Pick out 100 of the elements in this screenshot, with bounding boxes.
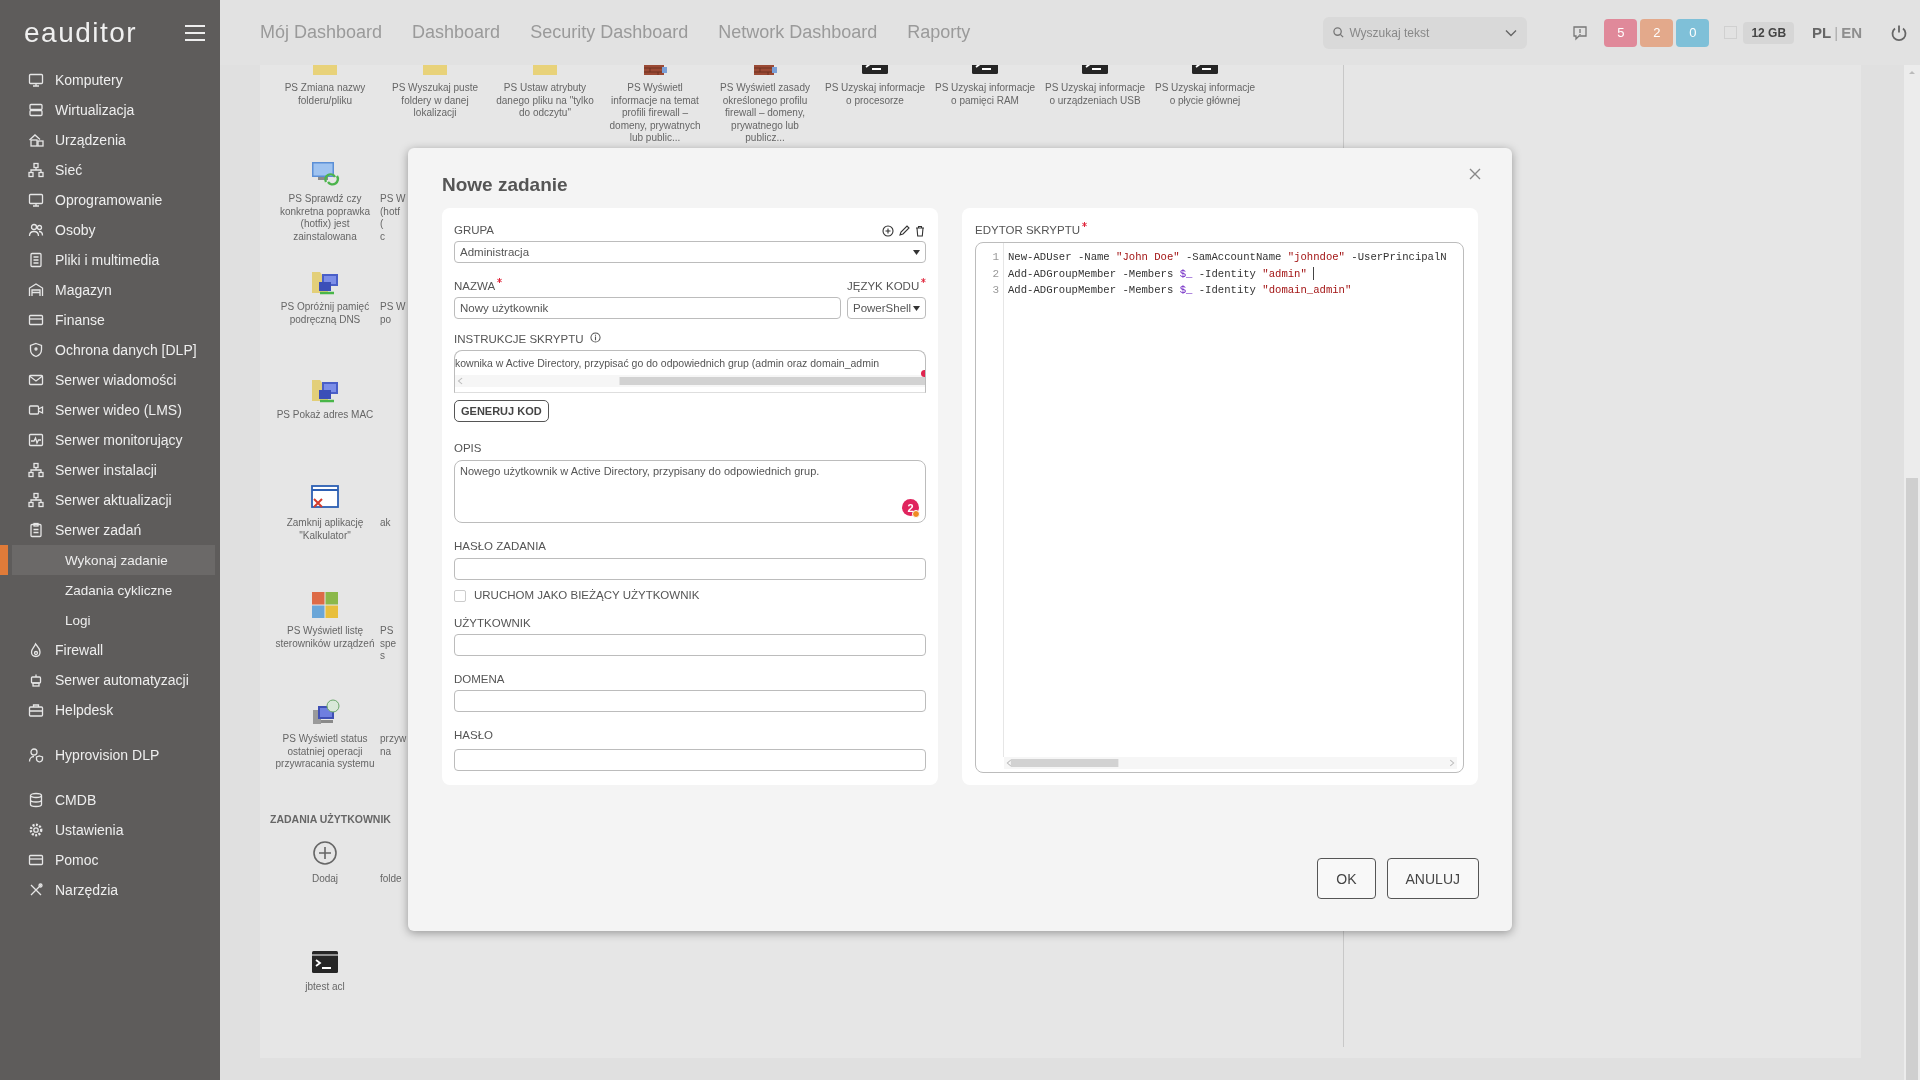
sidebar-item[interactable]: Finanse — [0, 305, 220, 335]
line-number: 2 — [991, 266, 1000, 282]
sidebar-item[interactable]: Serwer instalacji — [0, 455, 220, 485]
task-label[interactable]: po — [380, 313, 392, 326]
sidebar-item[interactable]: Pomoc — [0, 845, 220, 875]
network-icon — [28, 162, 44, 178]
task-label[interactable]: PS Ustaw atrybuty danego pliku na "tylko do odczytu" — [493, 82, 597, 120]
dialog-button[interactable]: OK — [1317, 858, 1376, 899]
task-label[interactable]: ak — [380, 517, 391, 530]
task-label[interactable]: s — [380, 650, 385, 663]
name-field[interactable]: Nowy użytkownik — [454, 297, 841, 319]
info-icon[interactable] — [589, 332, 601, 343]
power-icon[interactable] — [1890, 23, 1908, 42]
sidebar-item[interactable]: Ochrona danych [DLP] — [0, 335, 220, 365]
trash-icon[interactable] — [914, 224, 926, 237]
task-label[interactable]: przyw — [380, 733, 407, 746]
sidebar-item[interactable]: Hyprovision DLP — [0, 740, 220, 770]
sidebar-item[interactable]: Serwer automatyzacji — [0, 665, 220, 695]
password-field[interactable] — [454, 749, 926, 771]
sidebar-item[interactable]: Sieć — [0, 155, 220, 185]
add-icon[interactable] — [882, 224, 894, 237]
task-label[interactable]: PS Wyszukaj puste foldery w danej lokalizacji — [383, 82, 487, 120]
caret-icon — [913, 305, 920, 311]
sidebar-item[interactable]: Oprogramowanie — [0, 185, 220, 215]
sidebar-subitem[interactable]: Wykonaj zadanie — [0, 545, 215, 575]
sidebar-item[interactable]: Osoby — [0, 215, 220, 245]
line-number: 3 — [991, 283, 1000, 298]
monitor-icon — [28, 192, 44, 208]
task-label[interactable]: PS Sprawdź czy konkretna poprawka (hotfix) jest zainstalowana — [273, 193, 377, 243]
network-icon — [28, 492, 44, 508]
task-label[interactable]: PS Wyświetl status ostatniej operacji przywracania systemu — [273, 733, 377, 771]
sidebar-item[interactable]: CMDB — [0, 785, 220, 815]
plus-icon[interactable] — [310, 838, 340, 868]
scrollbar[interactable] — [1004, 757, 1457, 769]
task-label[interactable]: PS W — [380, 301, 406, 314]
domain-field[interactable] — [454, 690, 926, 712]
sidebar-item[interactable]: Narzędzia — [0, 875, 220, 905]
caret-icon — [913, 249, 920, 255]
search-field[interactable]: Wyszukaj tekst — [1323, 16, 1528, 49]
group-dropdown[interactable]: Administracja — [454, 241, 926, 263]
task-label[interactable]: PS Uzyskaj informacje o urządzeniach USB — [1043, 82, 1147, 107]
sidebar-subitem[interactable]: Zadania cykliczne — [0, 575, 215, 605]
sidebar-item[interactable]: Magazyn — [0, 275, 220, 305]
scrollbar[interactable] — [455, 375, 925, 387]
language-dropdown[interactable]: PowerShell — [847, 297, 926, 319]
user-field[interactable] — [454, 634, 926, 656]
task-label[interactable]: (hotf — [380, 205, 400, 218]
sidebar-subitem[interactable]: Logi — [0, 605, 215, 635]
checkbox[interactable] — [454, 589, 466, 602]
task-label[interactable]: jbtest acl — [273, 981, 377, 994]
pencil-icon[interactable] — [898, 224, 910, 237]
task-label[interactable]: PS Opróżnij pamięć podręczną DNS — [273, 301, 377, 326]
sidebar-item[interactable]: Ustawienia — [0, 815, 220, 845]
password-field[interactable] — [454, 558, 926, 580]
task-label[interactable]: PS Uzyskaj informacje o płycie głównej — [1153, 82, 1257, 107]
task-label[interactable]: na — [380, 745, 392, 758]
task-label[interactable]: c — [380, 230, 385, 243]
field-label: HASŁO — [454, 728, 493, 743]
task-label[interactable]: Dodaj — [273, 873, 377, 886]
task-label[interactable]: folde — [380, 873, 402, 886]
sidebar-item[interactable]: Helpdesk — [0, 695, 220, 725]
sidebar-item[interactable]: Wirtualizacja — [0, 95, 220, 125]
task-label[interactable]: PS Wyświetl listę sterowników urządzeń — [273, 625, 377, 650]
terminal-icon — [1190, 65, 1220, 77]
generate-button[interactable]: GENERUJ KOD — [454, 400, 549, 422]
four-squares-icon — [310, 590, 340, 620]
dialog-button[interactable]: ANULUJ — [1386, 858, 1479, 899]
task-label[interactable]: PS W — [380, 193, 406, 206]
menu-icon[interactable] — [184, 23, 206, 42]
camera-icon — [28, 402, 44, 418]
sidebar-item[interactable]: Serwer monitorujący — [0, 425, 220, 455]
sidebar-item[interactable]: Serwer wiadomości — [0, 365, 220, 395]
language-link[interactable]: PL — [1812, 24, 1832, 41]
code-editor[interactable]: 1 2 3 New-ADUser -Name "John Doe" -SamAccountName "johndoe" -UserPrincipalN Add-ADGroupMember -Members $_ -Identity "admin" Add-ADGroupMember -Members $_ -Identity "domain_admin" — [975, 242, 1464, 773]
field-label: NAZWA — [454, 279, 496, 294]
sidebar-item[interactable]: Serwer aktualizacji — [0, 485, 220, 515]
sidebar-item[interactable]: Pliki i multimedia — [0, 245, 220, 275]
task-label[interactable]: PS Zmiana nazwy folderu/pliku — [273, 82, 377, 107]
task-label[interactable]: PS Wyświetl informacje na temat profili firewall – domeny, prywatnych lub public... — [603, 82, 707, 145]
sidebar-item[interactable]: Serwer wideo (LMS) — [0, 395, 220, 425]
field-label: JĘZYK KODU — [847, 279, 920, 294]
task-label[interactable]: PS Wyświetl zasady określonego profilu firewall – domeny, prywatnego lub publicz... — [713, 82, 817, 145]
sidebar-item[interactable]: Urządzenia — [0, 125, 220, 155]
task-label[interactable]: Zamknij aplikację "Kalkulator" — [273, 517, 377, 542]
sidebar-item[interactable]: Komputery — [0, 65, 220, 95]
task-label[interactable]: PS Pokaż adres MAC — [273, 409, 377, 422]
logo[interactable]: eauditor — [24, 16, 138, 49]
close-icon[interactable] — [1469, 168, 1481, 180]
sidebar-item[interactable]: Firewall — [0, 635, 220, 665]
task-label[interactable]: PS — [380, 625, 394, 638]
message-alert-icon[interactable] — [1572, 24, 1589, 41]
monitor-icon — [28, 72, 44, 88]
task-label[interactable]: PS Uzyskaj informacje o pamięci RAM — [933, 82, 1037, 107]
count-badge[interactable]: 5 — [1604, 18, 1638, 47]
task-label[interactable]: ( — [380, 218, 384, 231]
task-label[interactable]: spe — [380, 637, 397, 650]
sidebar-item[interactable]: Serwer zadań — [0, 515, 220, 545]
task-label[interactable]: PS Uzyskaj informacje o procesorze — [823, 82, 927, 107]
description-field[interactable]: Nowego użytkownik w Active Directory, przypisany do odpowiednich grup. 2 — [454, 460, 926, 523]
field-label: EDYTOR SKRYPTU — [975, 223, 1081, 238]
